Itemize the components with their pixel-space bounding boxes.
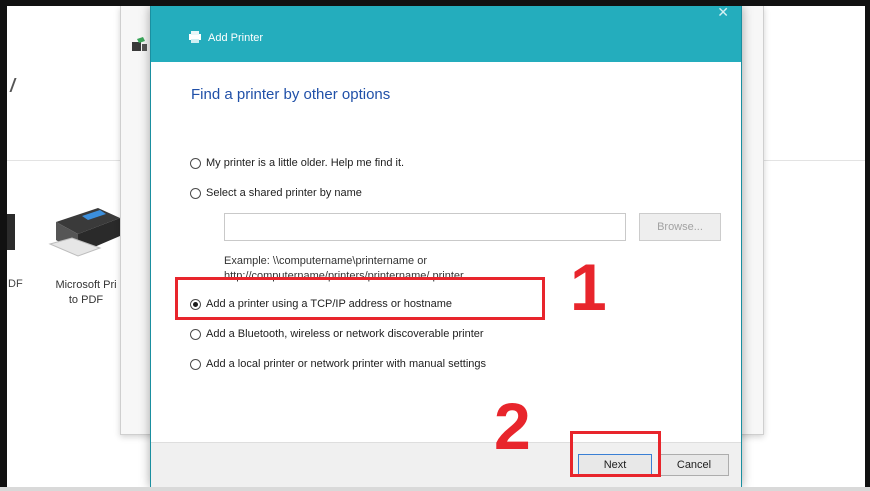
highlight-box-tcpip-option <box>175 277 545 320</box>
screenshot-frame-bottom <box>0 487 870 491</box>
printer-icon[interactable] <box>48 200 124 258</box>
dialog-titlebar: Add Printer ✕ <box>151 4 741 62</box>
cancel-button[interactable]: Cancel <box>659 454 729 476</box>
shared-printer-name-input[interactable] <box>224 213 626 241</box>
page-title: Find a printer by other options <box>191 86 391 103</box>
option-label: Select a shared printer by name <box>206 187 362 199</box>
close-icon[interactable]: ✕ <box>717 4 729 21</box>
add-printer-dialog: Add Printer ✕ Find a printer by other op… <box>150 4 742 488</box>
option-bluetooth-printer[interactable]: Add a Bluetooth, wireless or network dis… <box>190 328 484 340</box>
add-printer-icon <box>187 30 203 44</box>
option-label: Add a local printer or network printer w… <box>206 358 487 370</box>
option-local-printer[interactable]: Add a local printer or network printer w… <box>190 358 486 370</box>
screenshot-frame-left <box>0 0 7 491</box>
option-label: Add a Bluetooth, wireless or network dis… <box>206 328 484 340</box>
option-label: My printer is a little older. Help me fi… <box>206 157 405 169</box>
partial-device-label: DF <box>8 278 23 290</box>
browse-button[interactable]: Browse... <box>639 213 721 241</box>
radio-button[interactable] <box>190 328 201 340</box>
step-number-1: 1 <box>570 250 607 324</box>
highlight-box-next-button <box>570 431 661 477</box>
radio-button[interactable] <box>190 187 201 199</box>
devices-icon <box>131 36 149 54</box>
radio-button[interactable] <box>190 358 201 370</box>
radio-button[interactable] <box>190 157 201 169</box>
dialog-title: Add Printer <box>208 32 264 44</box>
partial-device-icon <box>7 214 15 250</box>
step-number-2: 2 <box>494 389 531 463</box>
option-older-printer[interactable]: My printer is a little older. Help me fi… <box>190 157 404 169</box>
screenshot-frame-top <box>0 0 870 6</box>
option-shared-printer[interactable]: Select a shared printer by name <box>190 187 362 199</box>
screenshot-frame-right <box>865 0 870 491</box>
